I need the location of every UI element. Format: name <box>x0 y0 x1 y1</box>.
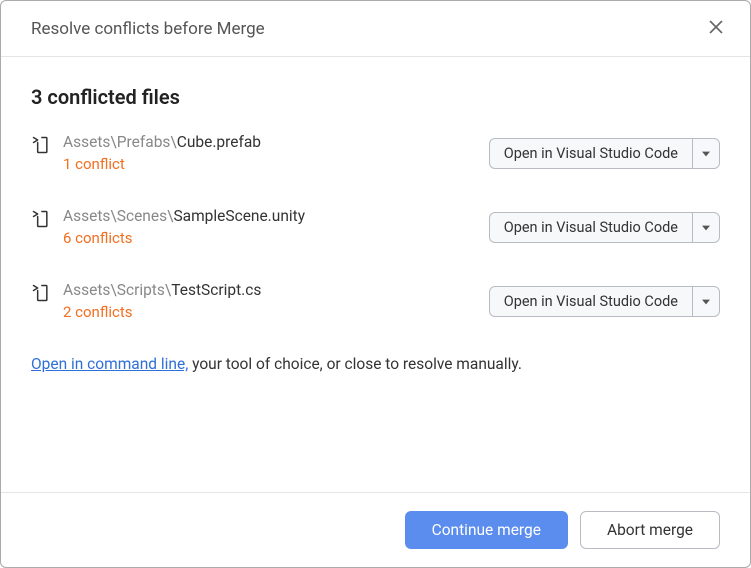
file-left: Assets\Prefabs\Cube.prefab 1 conflict <box>31 133 261 173</box>
conflict-file-icon <box>31 283 51 307</box>
open-in-editor-button[interactable]: Open in Visual Studio Code <box>489 212 692 243</box>
bottom-rest: your tool of choice, or close to resolve… <box>188 355 522 373</box>
bottom-hint: Open in command line, your tool of choic… <box>31 355 720 373</box>
file-left: Assets\Scenes\SampleScene.unity 6 confli… <box>31 207 305 247</box>
dialog-footer: Continue merge Abort merge <box>1 492 750 567</box>
file-name: SampleScene.unity <box>173 207 305 225</box>
file-list: Assets\Prefabs\Cube.prefab 1 conflict Op… <box>31 133 720 321</box>
file-path: Assets\Scripts\TestScript.cs <box>63 281 261 299</box>
chevron-down-icon <box>702 294 710 309</box>
close-button[interactable] <box>704 15 728 42</box>
file-info: Assets\Scripts\TestScript.cs 2 conflicts <box>63 281 261 321</box>
dialog-title: Resolve conflicts before Merge <box>31 19 265 39</box>
abort-merge-button[interactable]: Abort merge <box>580 511 720 549</box>
file-name: Cube.prefab <box>177 133 261 151</box>
open-button-group: Open in Visual Studio Code <box>489 286 720 317</box>
file-info: Assets\Scenes\SampleScene.unity 6 confli… <box>63 207 305 247</box>
open-button-group: Open in Visual Studio Code <box>489 212 720 243</box>
close-icon <box>708 19 724 38</box>
continue-merge-button[interactable]: Continue merge <box>405 511 568 549</box>
file-path: Assets\Scenes\SampleScene.unity <box>63 207 305 225</box>
conflict-file-icon <box>31 209 51 233</box>
open-in-editor-button[interactable]: Open in Visual Studio Code <box>489 138 692 169</box>
chevron-down-icon <box>702 220 710 235</box>
conflict-file-icon <box>31 135 51 159</box>
conflict-file-row: Assets\Scenes\SampleScene.unity 6 confli… <box>31 207 720 247</box>
section-title: 3 conflicted files <box>31 85 720 109</box>
resolve-conflicts-dialog: Resolve conflicts before Merge 3 conflic… <box>0 0 751 568</box>
dialog-header: Resolve conflicts before Merge <box>1 1 750 57</box>
conflict-count: 6 conflicts <box>63 229 305 247</box>
open-dropdown-button[interactable] <box>692 138 720 169</box>
file-dir: Assets\Scripts\ <box>63 281 171 299</box>
conflict-file-row: Assets\Prefabs\Cube.prefab 1 conflict Op… <box>31 133 720 173</box>
open-command-line-link[interactable]: Open in command line, <box>31 355 188 373</box>
file-name: TestScript.cs <box>171 281 261 299</box>
conflict-count: 1 conflict <box>63 155 261 173</box>
open-in-editor-button[interactable]: Open in Visual Studio Code <box>489 286 692 317</box>
file-dir: Assets\Scenes\ <box>63 207 173 225</box>
file-path: Assets\Prefabs\Cube.prefab <box>63 133 261 151</box>
dialog-content: 3 conflicted files Assets\Prefabs\Cube.p… <box>1 57 750 492</box>
file-dir: Assets\Prefabs\ <box>63 133 177 151</box>
conflict-file-row: Assets\Scripts\TestScript.cs 2 conflicts… <box>31 281 720 321</box>
file-info: Assets\Prefabs\Cube.prefab 1 conflict <box>63 133 261 173</box>
file-left: Assets\Scripts\TestScript.cs 2 conflicts <box>31 281 261 321</box>
open-dropdown-button[interactable] <box>692 212 720 243</box>
chevron-down-icon <box>702 146 710 161</box>
conflict-count: 2 conflicts <box>63 303 261 321</box>
open-dropdown-button[interactable] <box>692 286 720 317</box>
open-button-group: Open in Visual Studio Code <box>489 138 720 169</box>
